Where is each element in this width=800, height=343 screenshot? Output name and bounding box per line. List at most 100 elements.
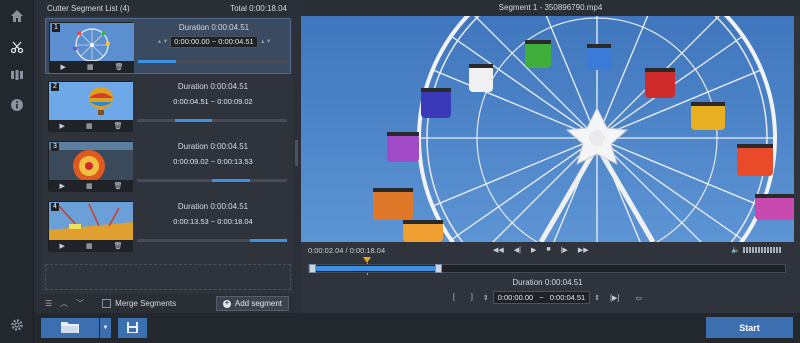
save-button[interactable] xyxy=(118,318,147,338)
step-forward-icon[interactable]: |▶ xyxy=(561,246,568,254)
stop-icon[interactable]: ■ xyxy=(546,246,550,254)
range-end-value: 0:00:04.51 xyxy=(549,293,586,302)
thumbnail-image xyxy=(49,82,133,120)
segment-info: Duration 0:00:04.51 0:00:13.53 ~ 0:00:18… xyxy=(137,202,289,242)
play-icon[interactable]: ▶ xyxy=(531,246,536,254)
settings-gear-icon[interactable] xyxy=(9,317,25,333)
segment-thumbnail[interactable]: 3 ▶ ▦ 🗑 xyxy=(48,141,133,192)
segment-duration: Duration 0:00:04.51 xyxy=(177,142,249,151)
merge-segments-label: Merge Segments xyxy=(115,299,177,308)
thumbnail-image xyxy=(49,142,133,180)
panel-splitter[interactable] xyxy=(295,140,298,166)
video-preview[interactable] xyxy=(301,16,794,242)
playback-bar: 0:00:02.04 / 0:00:18.04 ◀◀ ◀| ▶ ■ |▶ ▶▶ … xyxy=(301,243,794,257)
range-separator: ~ xyxy=(539,293,544,302)
play-icon[interactable]: ▶ xyxy=(60,122,65,130)
merge-icon[interactable] xyxy=(9,67,25,83)
speaker-icon[interactable]: 🔈 xyxy=(731,246,740,254)
range-start-field[interactable]: 0:00:00.00 ~ 0:00:04.51 xyxy=(492,291,591,304)
stepper-icon[interactable]: ▲▼ xyxy=(156,39,168,45)
playback-controls: ◀◀ ◀| ▶ ■ |▶ ▶▶ xyxy=(493,246,589,254)
segment-number: 1 xyxy=(52,24,60,32)
preview-range: [ ] ⇕ 0:00:00.00 ~ 0:00:04.51 ⇕ [▶] ▭ xyxy=(301,291,794,304)
segment-range-field[interactable]: 0:00:00.00 ~ 0:00:04.51 xyxy=(170,36,258,48)
merge-segments-checkbox[interactable] xyxy=(102,299,112,308)
segment-range: ▲▼ 0:00:00.00 ~ 0:00:04.51 ▲▼ xyxy=(138,36,290,48)
set-end-icon[interactable]: ] xyxy=(471,294,473,301)
play-icon[interactable]: ▶ xyxy=(60,242,65,250)
cutter-icon[interactable] xyxy=(9,39,25,55)
segment-item-4[interactable]: 4 ▶ ▦ 🗑 Duration 0:00:04.51 0:00:13.53 ~… xyxy=(45,198,291,254)
stepper-icon[interactable]: ⇕ xyxy=(594,294,600,302)
segment-number: 4 xyxy=(51,203,59,211)
play-icon[interactable]: ▶ xyxy=(61,63,66,71)
segment-thumbnail[interactable]: 4 ▶ ▦ 🗑 xyxy=(48,201,133,252)
preview-title: Segment 1 - 350896790.mp4 xyxy=(301,0,800,16)
playback-time: 0:00:02.04 / 0:00:18.04 xyxy=(308,245,386,255)
segment-list-footer: ☰ ︿ ﹀ Merge Segments + Add segment xyxy=(41,294,293,313)
segment-info: Duration 0:00:04.51 0:00:09.02 ~ 0:00:13… xyxy=(137,142,289,182)
film-strip-icon[interactable]: ▦ xyxy=(86,242,93,250)
trash-icon[interactable]: 🗑 xyxy=(115,63,124,71)
open-dropdown-button[interactable]: ▼ xyxy=(100,318,111,338)
move-up-icon[interactable]: ︿ xyxy=(60,298,68,309)
trash-icon[interactable]: 🗑 xyxy=(114,182,123,190)
list-view-icon[interactable]: ☰ xyxy=(45,299,52,308)
volume-control[interactable]: 🔈 xyxy=(731,246,781,254)
segment-progress-fill xyxy=(138,60,176,63)
segment-progress-bar xyxy=(137,239,287,242)
segment-list-title: Cutter Segment List (4) xyxy=(47,3,130,13)
stepper-icon[interactable]: ⇕ xyxy=(483,294,489,302)
trash-icon[interactable]: 🗑 xyxy=(114,242,123,250)
selection-start-handle[interactable] xyxy=(309,264,316,273)
segment-progress-bar xyxy=(138,60,288,63)
segment-thumbnail[interactable]: 1 ▶ ▦ 🗑 xyxy=(49,22,134,73)
segment-info: Duration 0:00:04.51 0:00:04.51 ~ 0:00:09… xyxy=(137,82,289,122)
segment-number: 2 xyxy=(51,83,59,91)
open-file-button[interactable] xyxy=(41,318,99,338)
empty-segment-slot xyxy=(45,264,291,290)
add-segment-button[interactable]: + Add segment xyxy=(215,296,289,311)
thumbnail-controls: ▶ ▦ 🗑 xyxy=(50,61,134,73)
volume-slider[interactable] xyxy=(742,247,781,253)
set-start-icon[interactable]: [ xyxy=(453,294,455,301)
segment-duration: Duration 0:00:04.51 xyxy=(178,23,250,32)
step-back-icon[interactable]: ◀| xyxy=(514,246,521,254)
segment-range-text: 0:00:13.53 ~ 0:00:18.04 xyxy=(173,216,253,226)
timeline-selection xyxy=(310,266,440,271)
segment-item-3[interactable]: 3 ▶ ▦ 🗑 Duration 0:00:04.51 0:00:09.02 ~… xyxy=(45,138,291,194)
chevron-down-icon: ▼ xyxy=(102,325,109,331)
thumbnail-controls: ▶ ▦ 🗑 xyxy=(49,120,133,132)
trash-icon[interactable]: 🗑 xyxy=(114,122,123,130)
film-strip-icon[interactable]: ▦ xyxy=(86,182,93,190)
thumbnail-controls: ▶ ▦ 🗑 xyxy=(49,180,133,192)
segment-list-panel: Cutter Segment List (4) Total 0:00:18.04… xyxy=(41,0,293,313)
info-icon[interactable] xyxy=(9,97,25,113)
selection-end-handle[interactable] xyxy=(435,264,442,273)
play-range-icon[interactable]: [▶] xyxy=(610,294,619,302)
move-down-icon[interactable]: ﹀ xyxy=(76,298,84,309)
segment-list-header: Cutter Segment List (4) Total 0:00:18.04 xyxy=(41,0,293,16)
segment-progress-fill xyxy=(212,179,250,182)
film-strip-icon[interactable]: ▦ xyxy=(86,122,93,130)
segment-range: 0:00:13.53 ~ 0:00:18.04 xyxy=(137,215,289,227)
jump-start-icon[interactable]: ◀◀ xyxy=(493,246,504,254)
save-disk-icon xyxy=(126,321,139,336)
segment-range: 0:00:04.51 ~ 0:00:09.02 xyxy=(137,95,289,107)
segment-item-1[interactable]: 1 ▶ ▦ 🗑 Duration 0:00:04.51 ▲▼ 0:00:00.0… xyxy=(45,18,291,74)
segment-range: 0:00:09.02 ~ 0:00:13.53 xyxy=(137,155,289,167)
film-strip-icon[interactable]: ▦ xyxy=(87,63,94,71)
timeline-track[interactable] xyxy=(308,264,786,273)
start-button[interactable]: Start xyxy=(706,317,793,338)
play-icon[interactable]: ▶ xyxy=(60,182,65,190)
segment-number: 3 xyxy=(51,143,59,151)
segment-thumbnail[interactable]: 2 ▶ ▦ 🗑 xyxy=(48,81,133,132)
home-icon[interactable] xyxy=(9,8,25,24)
segment-duration: Duration 0:00:04.51 xyxy=(177,202,249,211)
jump-end-icon[interactable]: ▶▶ xyxy=(578,246,589,254)
segment-item-2[interactable]: 2 ▶ ▦ 🗑 Duration 0:00:04.51 0:00:04.51 ~… xyxy=(45,78,291,134)
range-start-value: 0:00:00.00 xyxy=(497,293,534,302)
stepper-icon[interactable]: ▲▼ xyxy=(260,39,272,45)
segment-range-text: 0:00:09.02 ~ 0:00:13.53 xyxy=(173,156,253,166)
loop-icon[interactable]: ▭ xyxy=(635,294,642,302)
